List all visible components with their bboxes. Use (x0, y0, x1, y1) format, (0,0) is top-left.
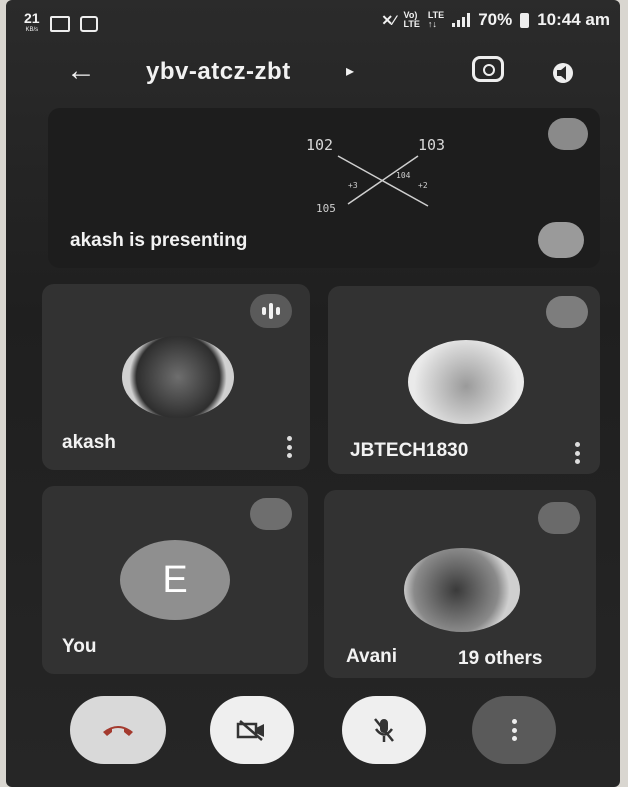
more-options-button[interactable] (472, 696, 556, 764)
volte-indicator: Vo) LTE (404, 11, 420, 29)
participant-name: JBTECH1830 (350, 440, 469, 461)
mic-toggle-button[interactable] (342, 696, 426, 764)
presentation-tile[interactable]: 102 103 105 104 +3 +2 akash is presentin… (48, 108, 600, 268)
more-vert-icon[interactable] (574, 442, 580, 464)
board-number-3: 105 (316, 202, 336, 215)
lte-bottom: ↑↓ (427, 19, 437, 29)
avatar-jbtech1830 (408, 340, 524, 424)
status-left: 21 KB/s (24, 11, 98, 36)
participant-tile-jbtech1830[interactable]: JBTECH1830 (328, 286, 600, 474)
status-bar: 21 KB/s ✕⁄ Vo) LTE LTE ↑↓ 70% 10:44 am (6, 0, 620, 40)
participant-name: Avani (346, 646, 398, 667)
speed-unit: KB/s (25, 27, 39, 33)
mic-off-icon (374, 718, 394, 742)
participant-name: You (62, 636, 97, 657)
battery-percent: 70% (478, 10, 513, 29)
network-speed: 21 KB/s (24, 11, 40, 36)
board-number-6: +2 (418, 181, 428, 190)
app-bar: ← ybv-atcz-zbt ▸ (6, 48, 620, 96)
camera-toggle-button[interactable] (210, 696, 294, 764)
more-vert-icon[interactable] (286, 436, 292, 458)
signal-icon (452, 13, 471, 27)
participant-tile-others[interactable]: Avani 19 others (324, 490, 596, 678)
whiteboard-sketch: 102 103 105 104 +3 +2 (306, 136, 445, 215)
gallery-notification-icon (49, 16, 70, 32)
mic-off-icon (538, 502, 580, 534)
avatar-you: E (120, 540, 230, 620)
avatar-akash (122, 336, 234, 418)
participant-tile-akash[interactable]: akash (42, 284, 310, 470)
more-vert-icon (511, 719, 517, 741)
speaking-indicator-icon (250, 294, 292, 328)
phone-hangup-icon (103, 726, 133, 736)
board-number-2: 103 (418, 136, 445, 154)
board-number-4: 104 (396, 171, 411, 180)
speaker-icon[interactable] (550, 62, 576, 90)
board-number-1: 102 (306, 136, 333, 154)
mute-vibrate-icon: ✕⁄ (381, 11, 396, 28)
participant-name: akash (62, 432, 116, 453)
video-notification-icon (79, 16, 98, 32)
clock: 10:44 am (537, 10, 610, 29)
avatar-initial: E (162, 558, 188, 601)
meeting-info-caret-icon[interactable]: ▸ (346, 61, 354, 81)
others-count: 19 others (458, 648, 543, 669)
end-call-button[interactable] (70, 696, 166, 764)
battery-icon (520, 12, 530, 28)
status-right: ✕⁄ Vo) LTE LTE ↑↓ 70% 10:44 am (381, 10, 610, 30)
mic-off-icon (546, 296, 588, 328)
meet-screen: 21 KB/s ✕⁄ Vo) LTE LTE ↑↓ 70% 10:44 am ←… (6, 0, 620, 787)
volte-bottom: LTE (403, 19, 420, 29)
back-arrow-icon[interactable]: ← (66, 56, 96, 86)
avatar-avani (404, 548, 520, 632)
meeting-code[interactable]: ybv-atcz-zbt (146, 58, 291, 86)
presentation-mic-icon[interactable] (548, 118, 588, 150)
camera-switch-icon[interactable] (472, 56, 504, 82)
lte-indicator: LTE ↑↓ (428, 11, 444, 29)
participant-tile-you[interactable]: E You (42, 486, 308, 674)
mic-off-icon (250, 498, 292, 530)
fullscreen-icon[interactable] (538, 222, 584, 258)
presenting-label: akash is presenting (70, 230, 248, 251)
camera-off-icon (236, 720, 264, 741)
board-number-5: +3 (348, 181, 358, 190)
